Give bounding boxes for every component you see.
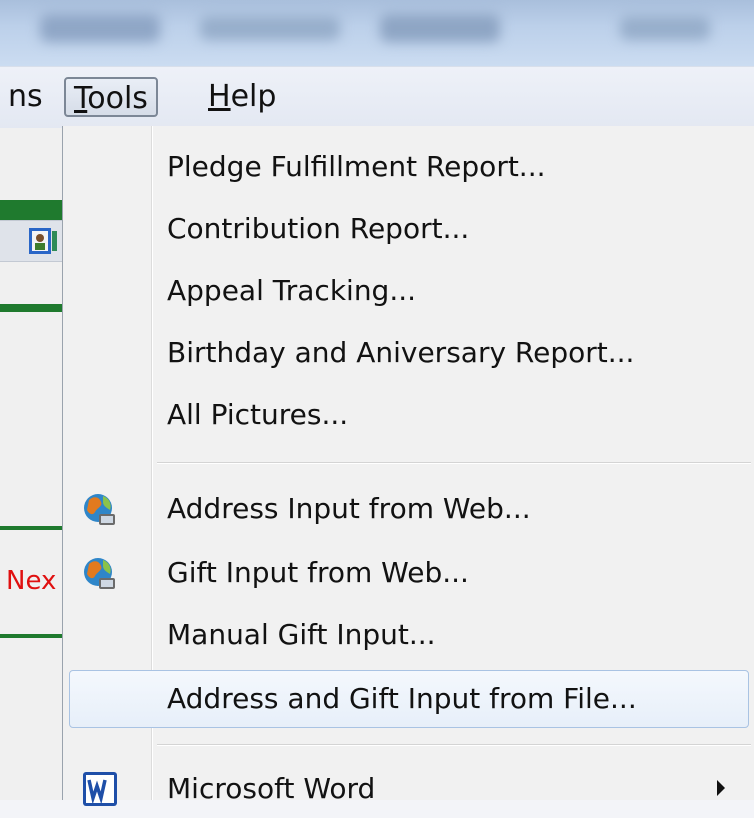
menu-item-microsoft-word[interactable]: Microsoft Word bbox=[69, 760, 749, 818]
menu-separator bbox=[157, 744, 751, 746]
menu-mnemonic: H bbox=[208, 79, 231, 114]
menu-item-manual-gift-input[interactable]: Manual Gift Input... bbox=[69, 606, 749, 664]
menu-item-label: Gift Input from Web... bbox=[167, 556, 469, 589]
menu-help[interactable]: Help bbox=[200, 77, 284, 117]
menu-mnemonic: T bbox=[74, 81, 88, 116]
tools-dropdown-menu: Pledge Fulfillment Report... Contributio… bbox=[62, 126, 754, 806]
menu-item-label: Address Input from Web... bbox=[167, 492, 531, 525]
green-divider bbox=[0, 304, 62, 312]
menu-label: elp bbox=[230, 79, 277, 114]
menu-item-label: Pledge Fulfillment Report... bbox=[167, 150, 546, 183]
menu-item-label: Contribution Report... bbox=[167, 212, 470, 245]
menu-item-gift-input-from-web[interactable]: Gift Input from Web... bbox=[69, 544, 749, 602]
menu-item-label: Microsoft Word bbox=[167, 772, 376, 805]
menu-item-label: Appeal Tracking... bbox=[167, 274, 417, 307]
menu-label: ools bbox=[87, 81, 148, 116]
menu-item-label: Birthday and Aniversary Report... bbox=[167, 336, 635, 369]
menu-item-birthday-aniversary-report[interactable]: Birthday and Aniversary Report... bbox=[69, 324, 749, 382]
menu-item-address-and-gift-input-from-file[interactable]: Address and Gift Input from File... bbox=[69, 670, 749, 728]
globe-icon bbox=[84, 558, 115, 589]
menu-tools[interactable]: Tools bbox=[64, 77, 158, 117]
menu-separator bbox=[157, 462, 751, 464]
menu-item-contribution-report[interactable]: Contribution Report... bbox=[69, 200, 749, 258]
green-divider bbox=[0, 634, 62, 638]
green-divider bbox=[0, 200, 62, 220]
globe-icon bbox=[84, 494, 115, 525]
menu-item-label: Manual Gift Input... bbox=[167, 618, 436, 651]
menu-item-pledge-fulfillment-report[interactable]: Pledge Fulfillment Report... bbox=[69, 138, 749, 196]
background-app-pane: Nex bbox=[0, 128, 62, 800]
contact-card-icon[interactable] bbox=[28, 227, 58, 255]
toolbar-strip bbox=[0, 220, 62, 262]
submenu-arrow-icon bbox=[717, 780, 725, 796]
menu-item-address-input-from-web[interactable]: Address Input from Web... bbox=[69, 480, 749, 538]
next-link[interactable]: Nex bbox=[6, 566, 56, 596]
menu-label: ns bbox=[8, 79, 43, 114]
word-icon bbox=[83, 772, 117, 806]
menu-item-all-pictures[interactable]: All Pictures... bbox=[69, 386, 749, 444]
menu-bar: ns Tools Help bbox=[0, 66, 754, 129]
window-titlebar bbox=[0, 0, 754, 66]
menu-item-appeal-tracking[interactable]: Appeal Tracking... bbox=[69, 262, 749, 320]
green-divider bbox=[0, 526, 62, 530]
menu-options-partial[interactable]: ns bbox=[0, 77, 51, 117]
menu-item-label: Address and Gift Input from File... bbox=[167, 682, 637, 715]
menu-item-label: All Pictures... bbox=[167, 398, 349, 431]
